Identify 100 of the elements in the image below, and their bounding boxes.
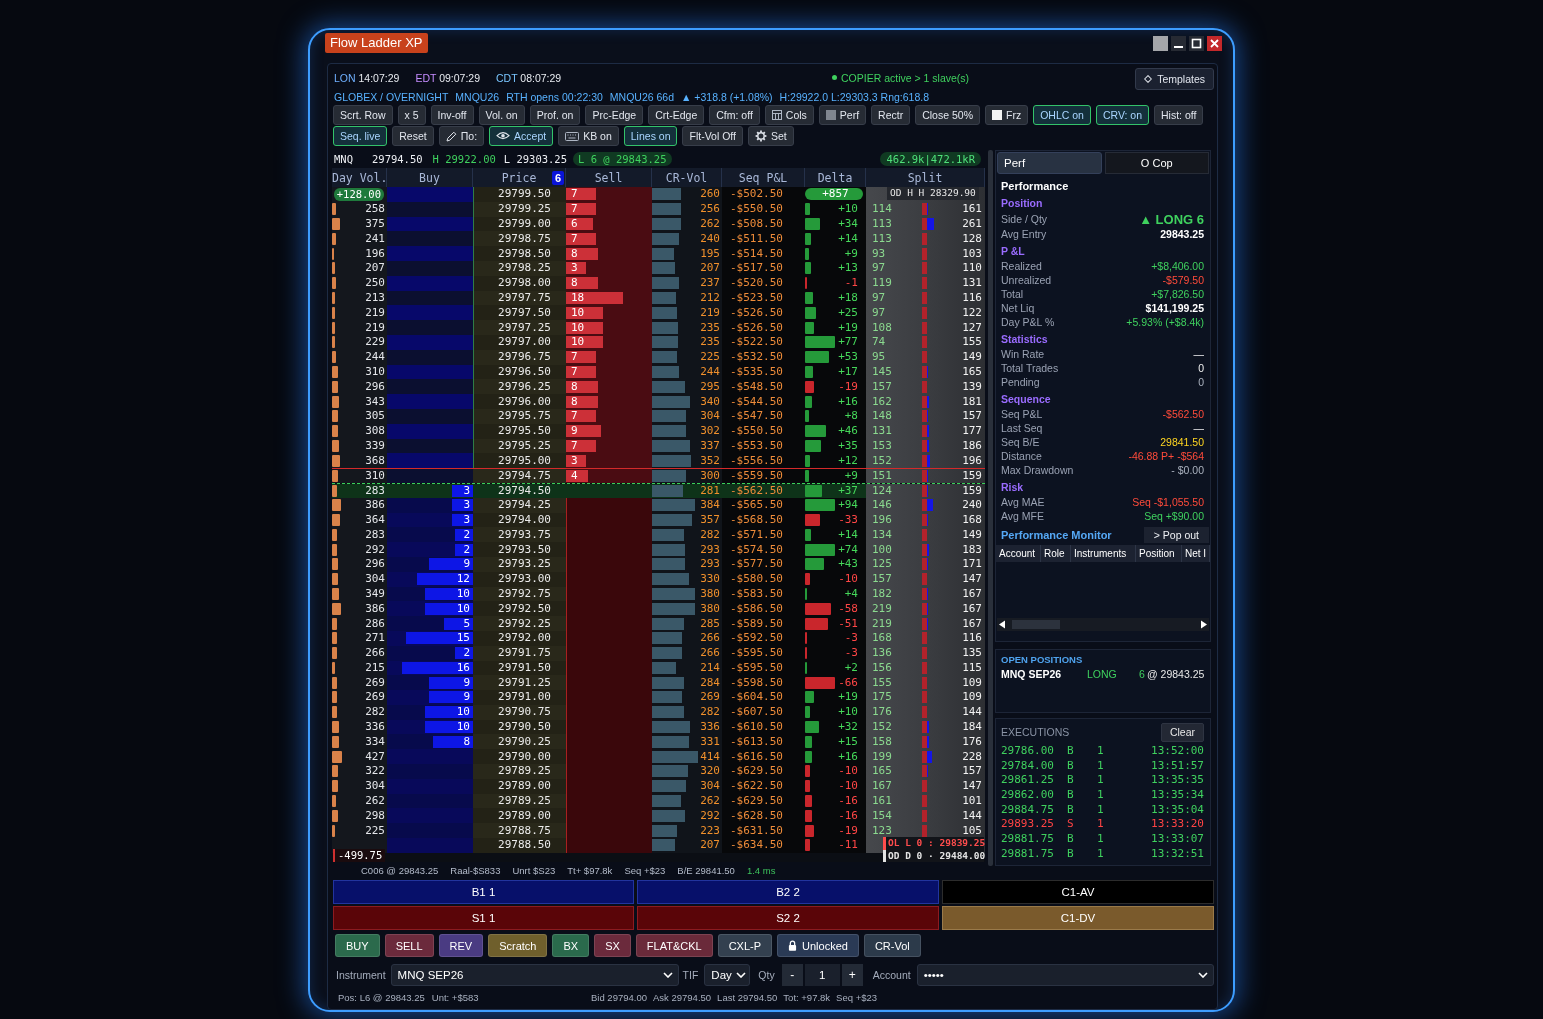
toolbar-button[interactable]: Cols xyxy=(764,105,814,125)
ask-size-cell[interactable]: 10 xyxy=(566,305,652,321)
toolbar-button[interactable]: Πο: xyxy=(438,126,485,146)
ask-size-cell[interactable]: 7 xyxy=(566,231,652,247)
account-select[interactable]: ••••• xyxy=(916,964,1214,986)
action-button[interactable]: CXL-P xyxy=(717,934,773,957)
maximize-icon[interactable] xyxy=(1189,36,1204,51)
order-button[interactable]: S1 1 xyxy=(333,906,634,930)
quantity-field[interactable]: 1 xyxy=(804,964,840,986)
checkbox-icon[interactable] xyxy=(991,110,1002,120)
toolbar-button[interactable]: Set xyxy=(748,126,794,146)
action-button[interactable]: Scratch xyxy=(488,934,548,957)
toolbar-button[interactable]: x 5 xyxy=(397,105,426,125)
bid-size-cell[interactable] xyxy=(387,305,473,321)
toolbar-button[interactable]: OHLC on xyxy=(1033,105,1091,125)
bid-size-cell[interactable] xyxy=(387,764,473,779)
decrease-button[interactable]: - xyxy=(781,964,803,986)
ask-size-cell[interactable]: 7 xyxy=(566,187,652,202)
ask-size-cell[interactable]: 4 xyxy=(566,469,652,483)
bid-size-cell[interactable]: 2 xyxy=(387,527,473,543)
toolbar-button[interactable]: Prof. on xyxy=(529,105,581,125)
action-button[interactable]: FLAT&CKL xyxy=(635,934,713,957)
column-header[interactable]: Role xyxy=(1041,545,1071,562)
order-button[interactable]: S2 2 xyxy=(637,906,939,930)
bid-size-cell[interactable]: 8 xyxy=(387,734,473,750)
bid-size-cell[interactable]: 3 xyxy=(387,483,473,498)
instrument-select[interactable]: MNQ SEP26 xyxy=(390,964,679,986)
close-icon[interactable] xyxy=(1207,36,1222,51)
bid-size-cell[interactable] xyxy=(387,379,473,395)
ask-size-cell[interactable]: 8 xyxy=(566,394,652,409)
toolbar-button[interactable]: Inv-off xyxy=(430,105,474,125)
column-header[interactable]: Net I xyxy=(1182,545,1210,562)
bid-size-cell[interactable]: 10 xyxy=(387,601,473,617)
toolbar-button[interactable]: Frz xyxy=(984,105,1029,125)
column-header[interactable]: Instruments xyxy=(1071,545,1136,562)
ask-size-cell[interactable] xyxy=(566,483,652,498)
column-header[interactable]: Position xyxy=(1136,545,1182,562)
toolbar-button[interactable]: Perf xyxy=(818,105,867,125)
toolbar-button[interactable]: Reset xyxy=(392,126,434,146)
toolbar-button[interactable]: Flt-Vol Off xyxy=(682,126,743,146)
toolbar-button[interactable]: Accept xyxy=(489,126,554,146)
order-button[interactable]: C1-DV xyxy=(942,906,1214,930)
action-button[interactable]: CR-Vol xyxy=(863,934,921,957)
panel-tab[interactable]: Perf xyxy=(997,152,1102,174)
pop-out-button[interactable]: > Pop out xyxy=(1143,526,1209,543)
bid-size-cell[interactable] xyxy=(387,246,473,261)
order-button[interactable]: C1-AV xyxy=(942,880,1214,904)
split-value: 139 xyxy=(962,380,983,393)
panel-tab[interactable]: O Cop xyxy=(1104,152,1209,174)
bid-size-cell[interactable]: 9 xyxy=(387,675,473,691)
clear-button[interactable]: Clear xyxy=(1160,722,1204,742)
column-header[interactable]: Account xyxy=(996,545,1041,562)
increase-button[interactable]: + xyxy=(841,964,863,986)
action-button[interactable]: SX xyxy=(594,934,631,957)
bid-size-cell[interactable] xyxy=(387,394,473,409)
toolbar-button[interactable]: Prc-Edge xyxy=(585,105,644,125)
order-button[interactable]: B1 1 xyxy=(333,880,634,904)
bid-size-cell[interactable]: 9 xyxy=(387,690,473,705)
scrollbar[interactable] xyxy=(988,150,993,866)
ask-size-cell[interactable]: 8 xyxy=(566,379,652,395)
toolbar-button[interactable]: Rectr xyxy=(871,105,911,125)
toolbar-button[interactable]: Lines on xyxy=(623,126,678,146)
arrow-left-icon[interactable] xyxy=(998,620,1006,629)
ask-size-cell[interactable]: 10 xyxy=(566,320,652,335)
action-button[interactable]: BX xyxy=(552,934,590,957)
action-button[interactable]: SELL xyxy=(384,934,434,957)
toolbar-button[interactable]: KB on xyxy=(558,126,619,146)
toolbar-button[interactable]: Crt-Edge xyxy=(648,105,705,125)
toolbar-button[interactable]: Close 50% xyxy=(915,105,980,125)
bid-size-cell[interactable] xyxy=(387,231,473,247)
ask-size-cell[interactable]: 3 xyxy=(566,453,652,469)
order-button[interactable]: B2 2 xyxy=(637,880,939,904)
toolbar-button[interactable]: CRV: on xyxy=(1095,105,1150,125)
bid-size-cell[interactable] xyxy=(387,320,473,335)
bid-size-cell[interactable] xyxy=(387,453,473,469)
templates-button[interactable]: Templates xyxy=(1135,68,1214,90)
minimize-icon[interactable] xyxy=(1171,36,1186,51)
bid-size-cell[interactable]: 2 xyxy=(387,542,473,557)
arrow-right-icon[interactable] xyxy=(1200,620,1208,629)
action-button[interactable]: REV xyxy=(438,934,484,957)
bid-size-cell[interactable] xyxy=(387,749,473,765)
bid-size-cell[interactable] xyxy=(387,808,473,824)
bid-size-cell[interactable] xyxy=(387,187,473,202)
toolbar-button[interactable]: Hist: off xyxy=(1154,105,1204,125)
ask-size-cell[interactable]: 8 xyxy=(566,246,652,261)
toolbar-button[interactable]: Cfm: off xyxy=(709,105,760,125)
ask-size-cell[interactable] xyxy=(566,838,652,853)
bid-size-cell[interactable]: 5 xyxy=(387,616,473,631)
bid-size-cell[interactable] xyxy=(387,823,473,839)
toolbar-button[interactable]: Scrt. Row xyxy=(333,105,393,125)
toolbar-button[interactable]: Seq. live xyxy=(333,126,388,146)
bid-size-cell[interactable] xyxy=(387,469,473,483)
action-button[interactable]: Unlocked xyxy=(777,934,859,957)
bid-size-cell[interactable] xyxy=(387,838,473,853)
scroll-thumb[interactable] xyxy=(1012,620,1060,629)
toolbar-button[interactable]: Vol. on xyxy=(478,105,525,125)
tif-select[interactable]: Day xyxy=(704,964,751,986)
action-button[interactable]: BUY xyxy=(335,934,380,957)
day-volume: 262 xyxy=(365,795,386,808)
scrollbar[interactable] xyxy=(997,618,1209,631)
